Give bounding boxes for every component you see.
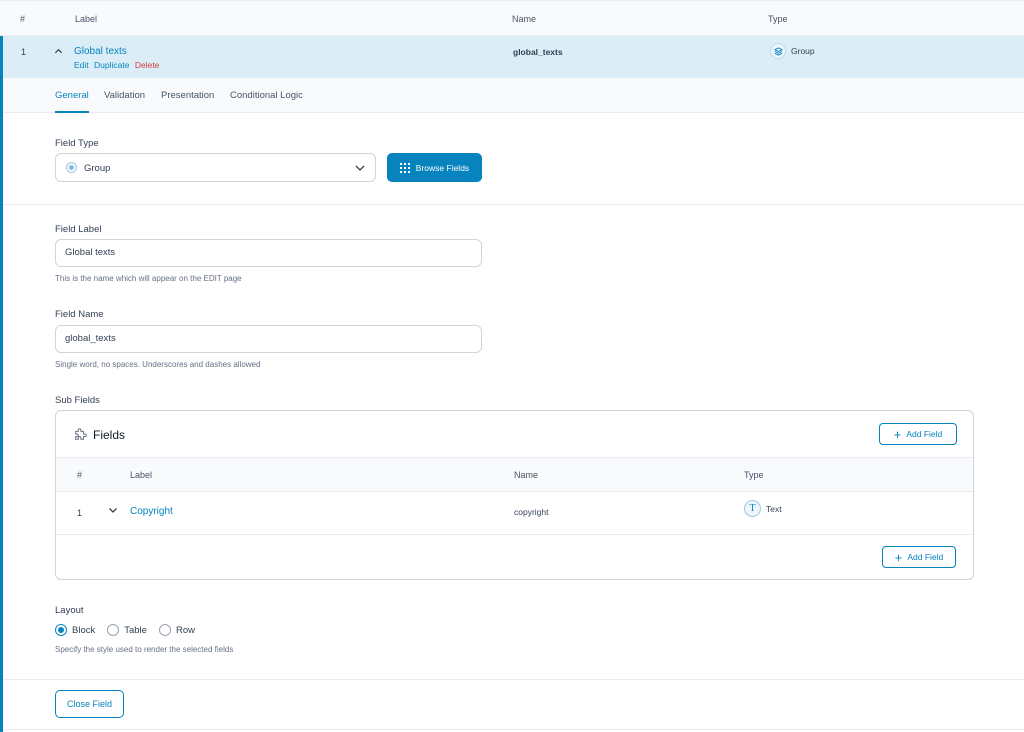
field-list-header: # Label Name Type (0, 0, 1024, 36)
field-type-value: Group (84, 163, 111, 174)
sub-field-number: 1 (77, 508, 83, 518)
sub-fields-header: # Label Name Type (56, 457, 973, 492)
header-num: # (20, 14, 26, 24)
add-field-button-top[interactable]: + Add Field (879, 423, 957, 445)
add-field-label: Add Field (907, 552, 944, 562)
field-type-label: Group (791, 46, 815, 56)
duplicate-link[interactable]: Duplicate (94, 60, 129, 70)
divider (3, 679, 1024, 680)
field-row-global-texts[interactable]: 1 Global texts Edit Duplicate Delete glo… (0, 36, 1024, 78)
field-name-hint: Single word, no spaces. Underscores and … (55, 360, 261, 369)
header-label: Label (75, 14, 98, 24)
chevron-up-icon[interactable] (54, 47, 63, 56)
sub-field-type: T Text (744, 500, 782, 517)
field-label-heading: Field Label (55, 224, 102, 235)
layout-radio-block[interactable]: Block (55, 624, 95, 636)
layout-option-row: Row (175, 624, 195, 636)
tab-conditional-logic[interactable]: Conditional Logic (230, 90, 303, 101)
chevron-down-icon (355, 165, 365, 171)
sub-field-row-copyright[interactable]: 1 Copyright copyright T Text (56, 492, 973, 535)
field-name-input[interactable]: global_texts (55, 325, 482, 353)
field-settings: General Validation Presentation Conditio… (0, 78, 1024, 732)
puzzle-icon (75, 428, 87, 440)
tab-validation[interactable]: Validation (104, 90, 145, 101)
sub-field-name: copyright (514, 507, 549, 517)
layout-radio-group: Block Table Row (55, 624, 195, 636)
text-type-icon: T (744, 500, 761, 517)
plus-icon: + (893, 426, 902, 442)
sub-header-name: Name (514, 470, 539, 480)
tab-general[interactable]: General (55, 90, 89, 113)
layout-heading: Layout (55, 605, 84, 616)
sub-fields-title: Fields (93, 428, 126, 442)
field-type-select[interactable]: Group (55, 153, 376, 182)
layout-radio-table[interactable]: Table (107, 624, 147, 636)
field-name-heading: Field Name (55, 309, 104, 320)
header-name: Name (512, 14, 537, 24)
sub-fields-heading: Sub Fields (55, 395, 100, 406)
delete-link[interactable]: Delete (135, 60, 160, 70)
field-label-hint: This is the name which will appear on th… (55, 274, 242, 283)
header-type: Type (768, 14, 788, 24)
radio-unchecked-icon (107, 624, 120, 636)
sub-header-type: Type (744, 470, 764, 480)
radio-checked-icon (55, 624, 67, 636)
field-actions: Edit Duplicate Delete (74, 60, 162, 70)
chevron-down-icon[interactable] (108, 505, 118, 515)
field-name: global_texts (513, 47, 563, 57)
plus-icon: + (894, 549, 903, 565)
sub-header-num: # (77, 470, 83, 480)
sub-header-label: Label (130, 470, 153, 480)
field-type-heading: Field Type (55, 138, 99, 149)
browse-fields-label: Browse Fields (415, 162, 470, 173)
radio-unchecked-icon (158, 624, 171, 636)
field-type: Group (770, 43, 815, 59)
divider (3, 204, 1024, 205)
layout-option-block: Block (72, 624, 96, 636)
edit-link[interactable]: Edit (74, 60, 89, 70)
browse-fields-button[interactable]: Browse Fields (387, 153, 482, 182)
sub-field-label-link[interactable]: Copyright (130, 506, 173, 517)
field-number: 1 (21, 47, 27, 57)
group-type-icon (66, 162, 77, 173)
layers-icon (770, 43, 786, 59)
layout-radio-row[interactable]: Row (158, 624, 195, 636)
add-field-button-bottom[interactable]: + Add Field (882, 546, 956, 568)
layout-hint: Specify the style used to render the sel… (55, 645, 234, 654)
add-field-label: Add Field (906, 429, 943, 439)
sub-fields-box: Fields + Add Field # Label Name Type 1 C… (55, 410, 974, 580)
field-label-link[interactable]: Global texts (74, 46, 127, 57)
divider (3, 729, 1024, 730)
sub-field-type-label: Text (766, 503, 782, 514)
grid-icon (399, 162, 410, 173)
field-label-input[interactable]: Global texts (55, 239, 482, 267)
settings-tabs: General Validation Presentation Conditio… (3, 78, 1024, 113)
tab-presentation[interactable]: Presentation (161, 90, 214, 101)
layout-option-table: Table (124, 624, 147, 636)
close-field-button[interactable]: Close Field (55, 690, 124, 718)
